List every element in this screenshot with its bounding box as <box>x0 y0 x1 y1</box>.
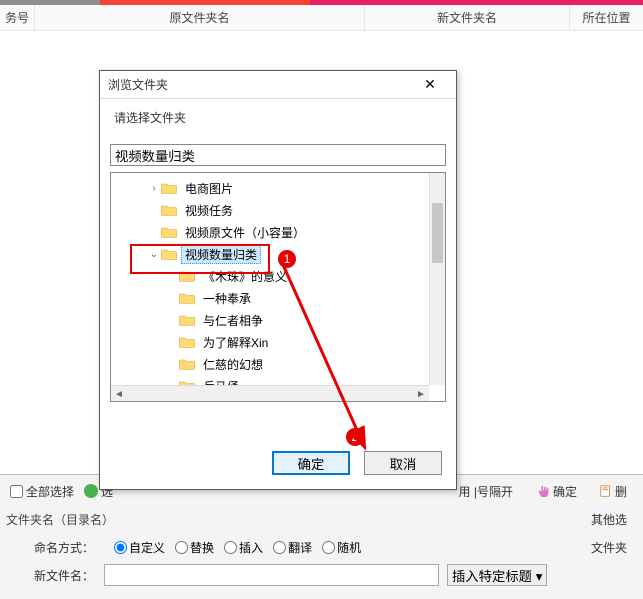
tree-item[interactable]: 视频任务 <box>111 199 429 221</box>
folder-icon <box>161 181 177 195</box>
tree-item[interactable]: › 电商图片 <box>111 177 429 199</box>
tree-item-label: 《木珠》的意义 <box>199 267 291 286</box>
tree-item[interactable]: 兵马俑 <box>111 375 429 385</box>
folder-icon <box>179 357 195 371</box>
radio-translate-label: 翻译 <box>288 539 312 556</box>
tree-item-label: 一种奉承 <box>199 289 255 308</box>
scrollbar-thumb[interactable] <box>432 203 443 263</box>
vertical-scrollbar[interactable] <box>429 173 445 385</box>
tree-item-label: 仁慈的幻想 <box>199 355 267 374</box>
scroll-right-arrow[interactable]: ► <box>413 386 429 402</box>
folder-tree-container: › 电商图片视频任务视频原文件（小容量） ⌄ 视频数量归类《木珠》的意义一种奉承与仁者… <box>110 172 446 402</box>
tree-item-label: 视频原文件（小容量） <box>181 223 309 242</box>
select-all-label: 全部选择 <box>26 483 74 500</box>
folder-icon <box>161 225 177 239</box>
col-new-folder-name[interactable]: 新文件夹名 <box>365 5 570 30</box>
horizontal-scrollbar[interactable]: ◄ ► <box>111 385 429 401</box>
confirm-label[interactable]: 确定 <box>553 483 577 500</box>
page-icon <box>599 484 613 498</box>
radio-custom-label: 自定义 <box>129 539 165 556</box>
tree-item-label: 兵马俑 <box>199 377 243 386</box>
tree-item-label: 与仁者相争 <box>199 311 267 330</box>
col-location[interactable]: 所在位置 <box>570 5 643 30</box>
folder-icon <box>179 291 195 305</box>
tree-item[interactable]: 为了解释Xin <box>111 331 429 353</box>
tree-item[interactable]: 与仁者相争 <box>111 309 429 331</box>
delete-label[interactable]: 删 <box>615 483 627 500</box>
folder-icon <box>161 203 177 217</box>
tree-item-label: 视频数量归类 <box>181 245 261 264</box>
tree-expander[interactable]: › <box>147 183 161 194</box>
tree-item[interactable]: 仁慈的幻想 <box>111 353 429 375</box>
folder-icon <box>179 269 195 283</box>
radio-insert[interactable] <box>224 541 237 554</box>
green-dot-icon <box>84 484 98 498</box>
new-filename-input[interactable] <box>104 564 439 586</box>
close-button[interactable]: ✕ <box>412 74 448 96</box>
tree-item-label: 为了解释Xin <box>199 333 272 352</box>
cancel-button[interactable]: 取消 <box>364 451 442 475</box>
tree-item-label: 视频任务 <box>181 201 237 220</box>
other-options-label[interactable]: 其他选 <box>591 511 627 528</box>
tree-item[interactable]: ⌄ 视频数量归类 <box>111 243 429 265</box>
select-all-checkbox[interactable] <box>10 485 23 498</box>
close-icon: ✕ <box>424 76 436 93</box>
col-original-folder-name[interactable]: 原文件夹名 <box>35 5 365 30</box>
new-filename-label: 新文件名： <box>34 567 94 584</box>
ok-button[interactable]: 确定 <box>272 451 350 475</box>
hand-icon <box>537 484 551 498</box>
section-foldername-label: 文件夹名（目录名） <box>6 511 114 528</box>
tree-item[interactable]: 一种奉承 <box>111 287 429 309</box>
file-folder-short-label: 文件夹 <box>591 539 627 556</box>
browse-folder-dialog: 浏览文件夹 ✕ 请选择文件夹 › 电商图片视频任务视频原文件（小容量） ⌄ 视频数量归… <box>99 70 457 490</box>
naming-mode-label: 命名方式： <box>34 539 94 556</box>
radio-random-label: 随机 <box>337 539 361 556</box>
radio-random[interactable] <box>322 541 335 554</box>
radio-translate[interactable] <box>273 541 286 554</box>
folder-icon <box>161 247 177 261</box>
folder-tree[interactable]: › 电商图片视频任务视频原文件（小容量） ⌄ 视频数量归类《木珠》的意义一种奉承与仁者… <box>111 173 429 385</box>
tree-item-label: 电商图片 <box>181 179 237 198</box>
dialog-title: 浏览文件夹 <box>108 76 412 93</box>
bottom-panel: 全部选择 选 用 |号隔开 确定 删 文件夹名（目录名） 其他选 命名方式： 自… <box>0 474 643 599</box>
folder-icon <box>179 335 195 349</box>
dialog-instruction: 请选择文件夹 <box>100 99 456 130</box>
scroll-left-arrow[interactable]: ◄ <box>111 386 127 402</box>
folder-icon <box>179 313 195 327</box>
chevron-down-icon: ▾ <box>536 569 543 584</box>
radio-replace[interactable] <box>175 541 188 554</box>
selected-path-input[interactable] <box>110 144 446 166</box>
radio-custom[interactable] <box>114 541 127 554</box>
tree-item[interactable]: 《木珠》的意义 <box>111 265 429 287</box>
tree-expander[interactable]: ⌄ <box>147 249 161 260</box>
radio-insert-label: 插入 <box>239 539 263 556</box>
table-header: 务号 原文件夹名 新文件夹名 所在位置 <box>0 5 643 31</box>
tree-item[interactable]: 视频原文件（小容量） <box>111 221 429 243</box>
radio-replace-label: 替换 <box>190 539 214 556</box>
col-task-no[interactable]: 务号 <box>0 5 35 30</box>
insert-special-title-dropdown[interactable]: 插入特定标题 ▾ <box>447 564 547 586</box>
separator-hint: 用 |号隔开 <box>459 483 513 500</box>
